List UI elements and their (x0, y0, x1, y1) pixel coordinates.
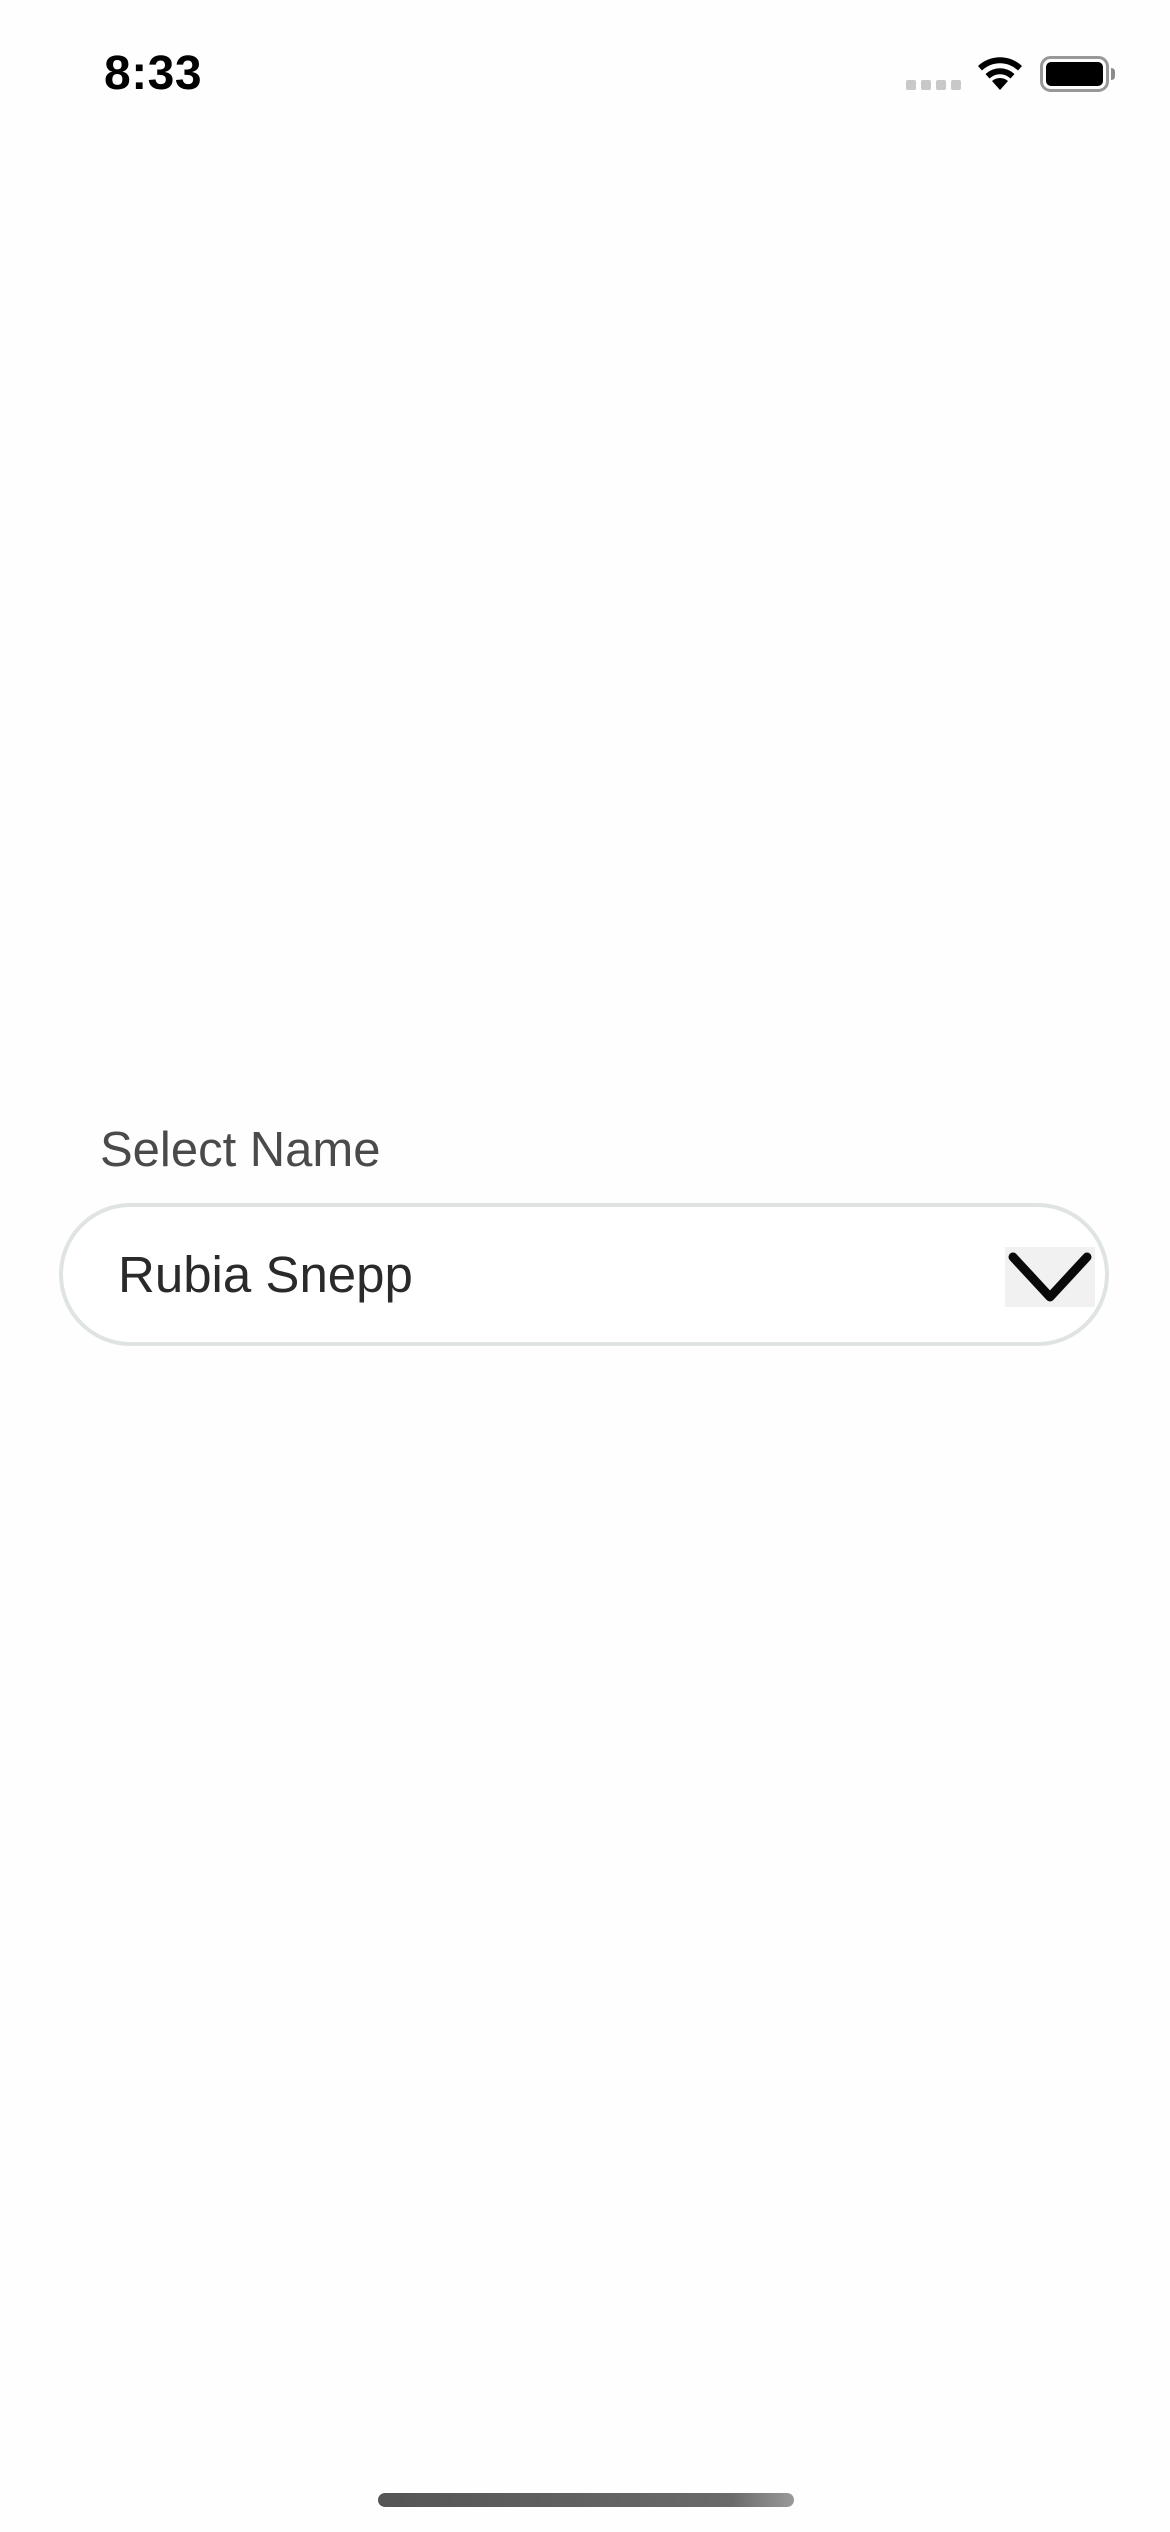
chevron-down-icon[interactable] (1005, 1247, 1095, 1307)
screen: 8:33 Select Name Rubia Snepp (0, 0, 1170, 2532)
status-time: 8:33 (104, 47, 203, 100)
select-name-label: Select Name (100, 1123, 381, 1177)
home-indicator[interactable] (378, 2493, 794, 2507)
name-select-dropdown[interactable]: Rubia Snepp (59, 1203, 1109, 1346)
cellular-signal-icon (906, 80, 961, 90)
wifi-icon (978, 57, 1022, 90)
selected-name-value: Rubia Snepp (118, 1246, 413, 1303)
battery-icon (1040, 56, 1115, 92)
status-bar: 8:33 (0, 0, 1170, 150)
